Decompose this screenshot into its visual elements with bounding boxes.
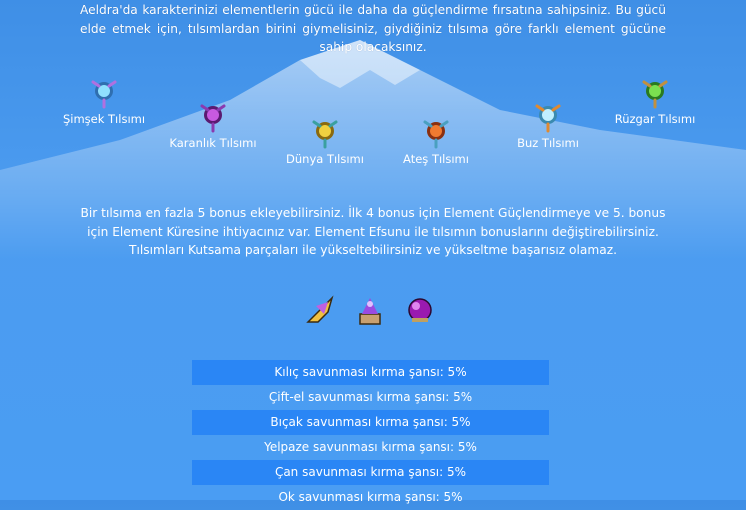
upgrade-items (300, 292, 440, 332)
darkness-talisman-icon (200, 104, 226, 133)
stat-row: Bıçak savunması kırma şansı: 5% (192, 410, 549, 435)
talisman-ice[interactable]: Buz Tılsımı (493, 100, 603, 150)
ice-talisman-icon (535, 104, 561, 133)
talisman-label: Ateş Tılsımı (403, 152, 469, 166)
element-orb-icon[interactable] (402, 292, 438, 328)
element-enhancer-icon[interactable] (302, 292, 338, 328)
stats-table: Kılıç savunması kırma şansı: 5% Çift-el … (192, 360, 549, 510)
stat-row: Ok savunması kırma şansı: 5% (278, 490, 463, 504)
stat-row: Çift-el savunması kırma şansı: 5% (268, 390, 473, 404)
talisman-wind[interactable]: Rüzgar Tılsımı (600, 76, 710, 126)
wind-talisman-icon (642, 80, 668, 109)
fire-talisman-icon (423, 120, 449, 149)
bonus-paragraph: Bir tılsıma en fazla 5 bonus ekleyebilir… (80, 206, 666, 257)
talisman-fire[interactable]: Ateş Tılsımı (381, 116, 491, 166)
talisman-lightning[interactable]: Şimşek Tılsımı (49, 76, 159, 126)
stat-row: Yelpaze savunması kırma şansı: 5% (264, 440, 477, 454)
talisman-earth[interactable]: Dünya Tılsımı (270, 116, 380, 166)
talisman-label: Buz Tılsımı (517, 136, 579, 150)
element-enchant-icon[interactable] (352, 292, 388, 328)
talisman-label: Rüzgar Tılsımı (614, 112, 696, 126)
talisman-darkness[interactable]: Karanlık Tılsımı (158, 100, 268, 150)
talisman-label: Karanlık Tılsımı (169, 136, 257, 150)
talisman-label: Dünya Tılsımı (286, 152, 364, 166)
talisman-label: Şimşek Tılsımı (62, 112, 146, 126)
lightning-talisman-icon (91, 80, 117, 109)
stat-row: Çan savunması kırma şansı: 5% (192, 460, 549, 485)
stat-row: Kılıç savunması kırma şansı: 5% (192, 360, 549, 385)
intro-paragraph: Aeldra'da karakterinizi elementlerin güc… (80, 3, 666, 54)
earth-talisman-icon (312, 120, 338, 149)
